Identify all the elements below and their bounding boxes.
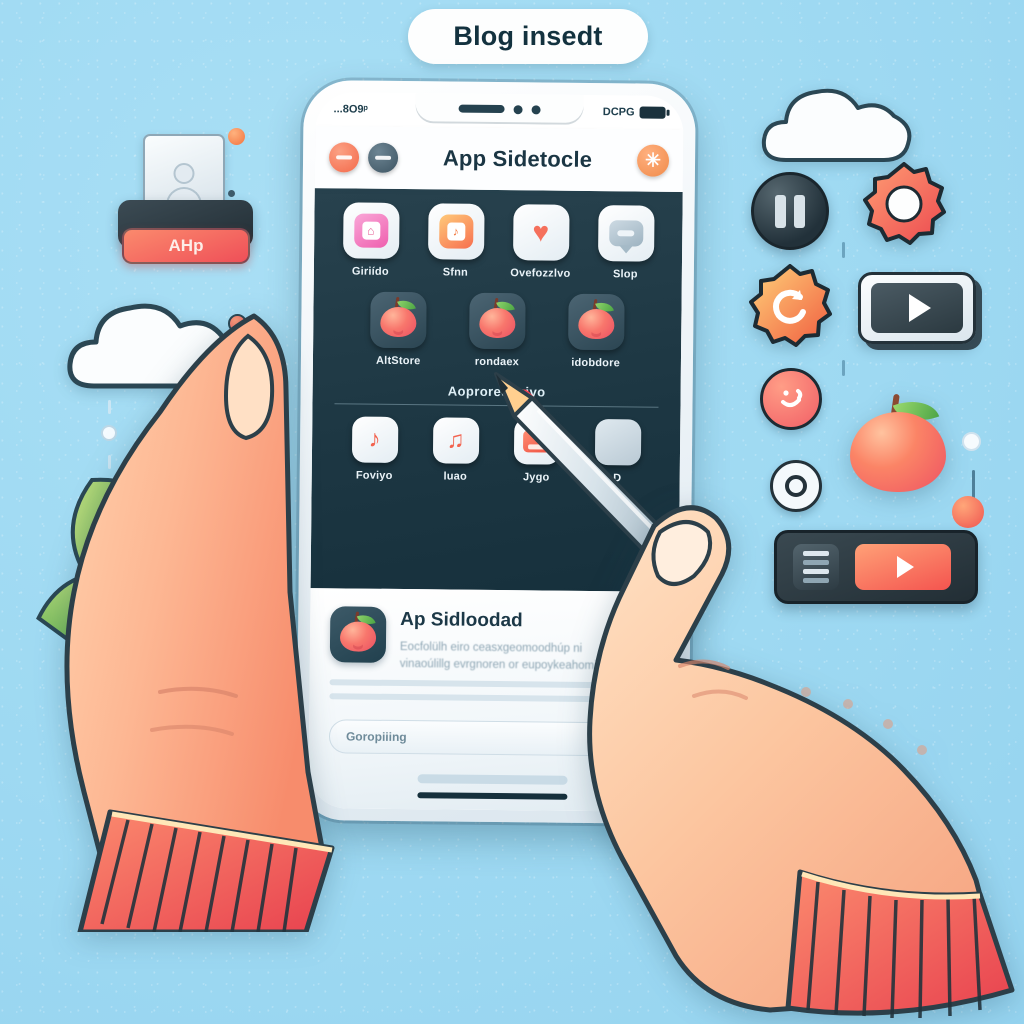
blog-insert-pill: Blog insedt bbox=[408, 9, 648, 64]
gear-refresh-icon[interactable] bbox=[748, 264, 832, 348]
battery-icon bbox=[639, 106, 666, 119]
app-label: Slop bbox=[612, 268, 638, 281]
small-dark-dot bbox=[228, 190, 235, 197]
illustration-scene: AHp Blog insedt ...8O9ᵖ DCPG App Sidetoc… bbox=[0, 0, 1024, 1024]
close-glyph: ✳ bbox=[644, 150, 662, 172]
white-dot bbox=[962, 432, 981, 451]
app-label: AltStore bbox=[376, 354, 421, 368]
minus-circle-icon[interactable] bbox=[328, 142, 360, 173]
pause-icon[interactable] bbox=[751, 172, 829, 250]
app-label: rondaex bbox=[474, 355, 520, 369]
app-bar: App Sidetocle ✳ bbox=[314, 126, 684, 192]
gear-icon[interactable] bbox=[862, 162, 946, 246]
page-title: App Sidetocle bbox=[442, 145, 593, 172]
apple-app-icon bbox=[567, 293, 625, 351]
close-icon[interactable]: ✳ bbox=[636, 144, 670, 177]
add-app-button[interactable]: AHp bbox=[122, 228, 250, 264]
camera-dot bbox=[513, 104, 523, 114]
note-glyph: ♫ bbox=[446, 426, 465, 454]
orange-dot bbox=[228, 128, 245, 145]
app-grid-row-2: AltStore rondaex idobdore bbox=[329, 291, 666, 370]
apple-app-icon bbox=[370, 291, 427, 349]
smiley-icon[interactable] bbox=[760, 368, 822, 430]
heart-app-icon: ♥ bbox=[512, 204, 570, 261]
app-item[interactable]: rondaex bbox=[450, 292, 545, 369]
note-glyph: ♪ bbox=[368, 425, 381, 453]
status-right-text: DCPG bbox=[602, 106, 635, 119]
left-hand-thumb bbox=[40, 292, 370, 932]
music-note-app-icon: ♫ bbox=[432, 417, 479, 464]
pink-square-app-icon: ⌂ bbox=[342, 202, 400, 259]
app-item[interactable]: ♥ Ovefozzlvo bbox=[500, 204, 582, 280]
sensor-dot bbox=[531, 104, 541, 114]
cloud-icon bbox=[758, 82, 918, 166]
app-item[interactable]: Slop bbox=[585, 205, 667, 281]
search-input[interactable]: Goropiiing bbox=[346, 730, 590, 747]
app-label: idobdore bbox=[571, 356, 620, 370]
right-hand-pointing bbox=[556, 470, 1024, 1024]
app-item[interactable]: ♪ Sfnn bbox=[415, 203, 497, 279]
play-icon[interactable] bbox=[858, 272, 976, 344]
app-item[interactable]: ⌂ Giriído bbox=[330, 202, 412, 278]
speaker-bar bbox=[458, 104, 505, 114]
blog-insert-label: Blog insedt bbox=[453, 21, 603, 51]
app-item[interactable]: idobdore bbox=[548, 293, 643, 370]
app-grid-row-1: ⌂ Giriído ♪ Sfnn ♥ Ovefozzlvo Slop bbox=[330, 202, 667, 281]
app-label: Sfnn bbox=[442, 266, 469, 279]
dash-mark bbox=[842, 360, 845, 376]
status-left-text: ...8O9ᵖ bbox=[333, 103, 368, 116]
app-label: Ovefozzlvo bbox=[510, 267, 571, 280]
app-label: luao bbox=[443, 470, 468, 483]
notch bbox=[415, 93, 584, 125]
home-indicator-light bbox=[417, 774, 568, 785]
add-app-label: AHp bbox=[168, 236, 204, 255]
app-label: Giriído bbox=[351, 265, 389, 278]
chat-bubble-app-icon bbox=[597, 205, 655, 262]
orange-square-app-icon: ♪ bbox=[427, 203, 485, 260]
minus-circle-dark-icon[interactable] bbox=[367, 142, 399, 173]
app-item[interactable]: ♫ luao bbox=[417, 417, 495, 483]
heart-glyph: ♥ bbox=[532, 216, 550, 248]
apple-app-icon bbox=[469, 292, 526, 350]
dash-mark bbox=[842, 242, 845, 258]
